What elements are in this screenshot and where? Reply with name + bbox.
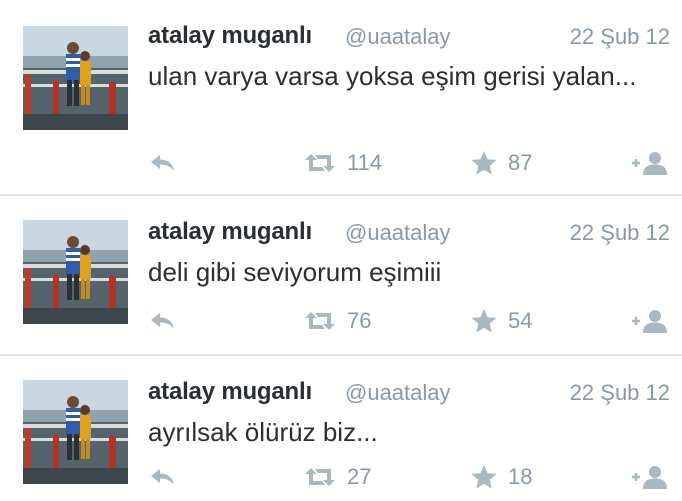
follow-button[interactable] [630,146,670,180]
retweet-button[interactable]: 114 [303,146,382,180]
reply-button[interactable] [148,304,178,338]
favorite-button[interactable]: 54 [470,304,532,338]
timestamp[interactable]: 22 Şub 12 [570,24,670,50]
follow-icon [632,152,667,175]
retweet-button[interactable]: 27 [303,460,371,494]
retweet-icon [305,312,335,330]
follow-button[interactable] [630,304,670,338]
display-name[interactable]: atalay muganlı [148,218,312,246]
avatar[interactable] [23,26,128,130]
tweet-actions: 114 87 [0,146,682,180]
favorite-button[interactable]: 87 [470,146,532,180]
reply-icon [151,155,174,171]
retweet-icon [305,468,335,486]
display-name[interactable]: atalay muganlı [148,22,312,50]
reply-icon [151,469,174,485]
retweet-count: 76 [347,308,372,333]
star-icon [471,309,497,333]
username[interactable]: @uaatalay [345,380,451,406]
retweet-count: 27 [347,464,372,489]
timestamp[interactable]: 22 Şub 12 [570,380,670,406]
retweet-count: 114 [347,150,383,175]
display-name[interactable]: atalay muganlı [148,378,312,406]
reply-icon [151,313,174,329]
favorite-button[interactable]: 18 [470,460,532,494]
tweet[interactable]: atalay muganlı @uaatalay 22 Şub 12 deli … [0,196,682,355]
favorite-count: 54 [508,308,533,333]
tweet-text: deli gibi seviyorum eşimiii [148,257,442,287]
favorite-count: 87 [508,150,533,175]
follow-button[interactable] [630,460,670,494]
star-icon [471,465,497,489]
tweet-actions: 27 18 [0,460,682,494]
username[interactable]: @uaatalay [345,24,451,50]
username[interactable]: @uaatalay [345,220,451,246]
reply-button[interactable] [148,146,178,180]
tweet-text: ulan varya varsa yoksa eşim gerisi yalan… [148,61,637,91]
tweet[interactable]: atalay muganlı @uaatalay 22 Şub 12 ulan … [0,0,682,195]
follow-icon [632,310,667,333]
star-icon [471,151,497,175]
reply-button[interactable] [148,460,178,494]
favorite-count: 18 [508,464,533,489]
retweet-button[interactable]: 76 [303,304,371,338]
tweet-text: ayrılsak ölürüz biz... [148,417,378,447]
tweet-actions: 76 54 [0,304,682,338]
timestamp[interactable]: 22 Şub 12 [570,220,670,246]
follow-icon [632,466,667,489]
tweet[interactable]: atalay muganlı @uaatalay 22 Şub 12 ayrıl… [0,356,682,501]
retweet-icon [305,154,335,172]
